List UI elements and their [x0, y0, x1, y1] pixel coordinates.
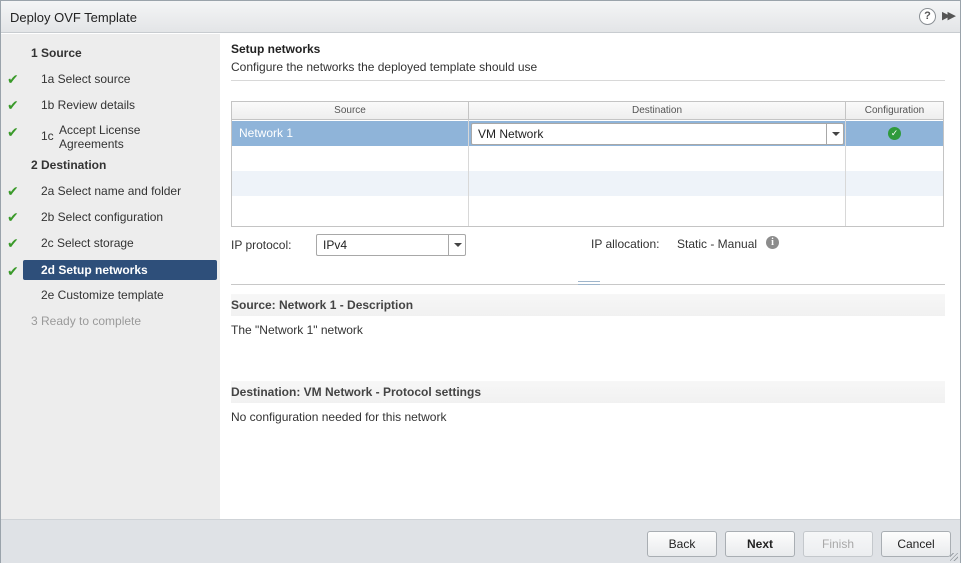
- nav-step-setup-networks[interactable]: ✔ 2d Setup networks: [1, 260, 220, 282]
- page-subtitle: Configure the networks the deployed temp…: [231, 60, 538, 74]
- nav-step-select-name[interactable]: ✔ 2a Select name and folder: [1, 180, 220, 202]
- chevron-down-icon[interactable]: [826, 124, 843, 144]
- check-icon: ✔: [7, 124, 19, 140]
- check-icon: ✔: [7, 235, 19, 251]
- deploy-ovf-dialog: Deploy OVF Template ? ▶▶ 1 Source ✔ 1a S…: [0, 0, 961, 563]
- nav-label: 2b Select configuration: [41, 210, 164, 224]
- nav-label: 2 Destination: [31, 158, 107, 172]
- help-icon[interactable]: ?: [919, 8, 936, 25]
- check-icon: ✔: [7, 209, 19, 225]
- section-title: Source: Network 1 - Description: [231, 298, 414, 312]
- check-icon: ✔: [7, 263, 19, 279]
- resize-grip-icon[interactable]: [950, 553, 958, 561]
- nav-step-select-configuration[interactable]: ✔ 2b Select configuration: [1, 206, 220, 228]
- destination-protocol-header: Destination: VM Network - Protocol setti…: [231, 381, 945, 403]
- source-description-text: The "Network 1" network: [231, 323, 363, 337]
- nav-label: 2d Setup networks: [41, 263, 148, 277]
- divider: [231, 80, 945, 81]
- nav-label: Accept License Agreements: [59, 123, 141, 151]
- nav-step-accept-license[interactable]: ✔ 1c Accept License Agreements: [1, 123, 220, 151]
- column-divider: [468, 120, 469, 226]
- destination-protocol-text: No configuration needed for this network: [231, 410, 447, 424]
- title-bar: Deploy OVF Template ? ▶▶: [1, 1, 960, 33]
- nav-label: 1 Source: [31, 46, 82, 60]
- destination-network-value: VM Network: [478, 127, 544, 141]
- ip-protocol-label: IP protocol:: [231, 238, 292, 252]
- nav-step-destination: 2 Destination: [1, 154, 220, 176]
- next-button[interactable]: Next: [725, 531, 795, 557]
- table-row-empty: [232, 146, 943, 171]
- info-icon[interactable]: i: [766, 236, 779, 249]
- column-divider: [845, 120, 846, 226]
- source-network-cell: Network 1: [239, 126, 294, 140]
- table-row-empty: [232, 171, 943, 196]
- nav-step-select-storage[interactable]: ✔ 2c Select storage: [1, 232, 220, 254]
- check-icon: ✔: [7, 183, 19, 199]
- back-button[interactable]: Back: [647, 531, 717, 557]
- dialog-title: Deploy OVF Template: [10, 10, 137, 25]
- nav-label: 2e Customize template: [41, 288, 164, 302]
- check-icon: ✔: [7, 71, 19, 87]
- status-ok-icon: ✓: [888, 127, 901, 140]
- nav-label: 2c Select storage: [41, 236, 134, 250]
- nav-label: 1a Select source: [41, 72, 131, 86]
- dialog-footer: Back Next Finish Cancel: [1, 519, 960, 563]
- nav-label: 2a Select name and folder: [41, 184, 182, 198]
- nav-step-review-details[interactable]: ✔ 1b Review details: [1, 94, 220, 116]
- source-description-header: Source: Network 1 - Description: [231, 294, 945, 316]
- check-icon: ✔: [7, 97, 19, 113]
- nav-step-select-source[interactable]: ✔ 1a Select source: [1, 68, 220, 90]
- nav-label: 3 Ready to complete: [31, 314, 142, 328]
- table-row[interactable]: Network 1 VM Network ✓: [232, 121, 943, 146]
- section-title: Destination: VM Network - Protocol setti…: [231, 385, 482, 399]
- table-row-empty: [232, 196, 943, 221]
- column-header-configuration[interactable]: Configuration: [846, 102, 943, 120]
- chevron-down-icon[interactable]: [448, 235, 465, 255]
- destination-network-dropdown[interactable]: VM Network: [471, 123, 844, 145]
- main-panel: Setup networks Configure the networks th…: [220, 34, 960, 519]
- network-mapping-table: Source Destination Configuration Network…: [231, 101, 944, 227]
- nav-step-ready: 3 Ready to complete: [1, 310, 220, 332]
- column-header-destination[interactable]: Destination: [469, 102, 846, 120]
- splitter-handle[interactable]: [578, 281, 600, 285]
- expand-icon[interactable]: ▶▶: [942, 9, 956, 22]
- nav-num: 1c: [41, 129, 54, 143]
- ip-allocation-value: Static - Manual: [677, 237, 758, 251]
- ip-protocol-value: IPv4: [323, 238, 348, 252]
- column-header-source[interactable]: Source: [232, 102, 469, 120]
- nav-step-source: 1 Source: [1, 42, 220, 64]
- page-title: Setup networks: [231, 42, 321, 56]
- finish-button: Finish: [803, 531, 873, 557]
- ip-allocation-label: IP allocation:: [591, 237, 660, 251]
- nav-step-customize-template[interactable]: 2e Customize template: [1, 284, 220, 306]
- nav-label: 1b Review details: [41, 98, 136, 112]
- wizard-nav: 1 Source ✔ 1a Select source ✔ 1b Review …: [1, 34, 220, 519]
- cancel-button[interactable]: Cancel: [881, 531, 951, 557]
- ip-protocol-dropdown[interactable]: IPv4: [316, 234, 466, 256]
